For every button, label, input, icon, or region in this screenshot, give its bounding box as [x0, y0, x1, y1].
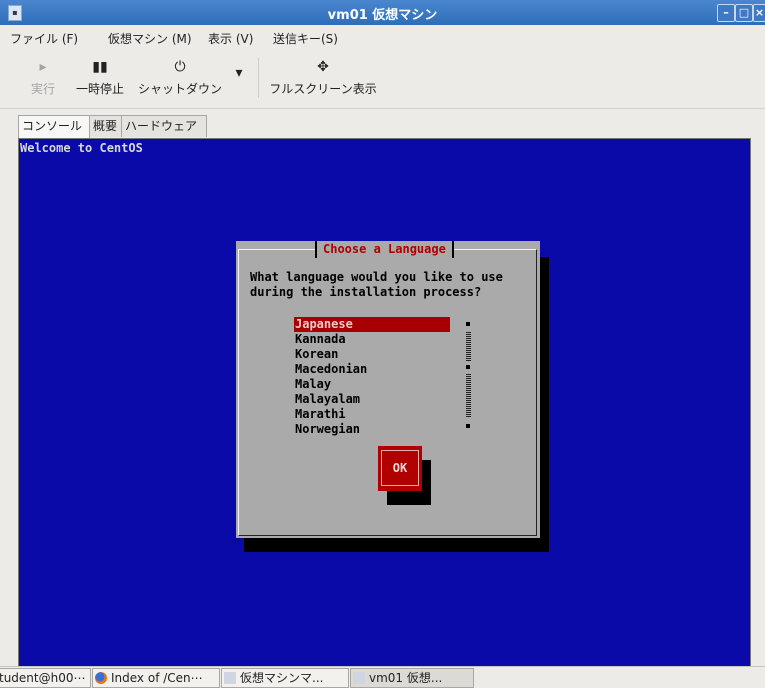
language-option[interactable]: Malay: [294, 377, 450, 392]
taskbar-item-terminal[interactable]: tudent@h00⋯: [0, 668, 91, 688]
dialog-title: Choose a Language: [315, 241, 454, 258]
taskbar-item-vm01[interactable]: vm01 仮想...: [350, 668, 474, 688]
window-titlebar[interactable]: ▪ vm01 仮想マシン – □ ×: [0, 0, 765, 25]
language-dialog: Choose a Language What language would yo…: [236, 241, 540, 538]
scroll-up-icon[interactable]: [466, 322, 470, 326]
maximize-icon[interactable]: □: [735, 4, 753, 22]
power-icon: ⏻: [174, 59, 186, 75]
tab-console[interactable]: コンソール: [18, 115, 90, 139]
pause-label: 一時停止: [75, 82, 124, 96]
toolbar-separator: [258, 58, 259, 98]
taskbar: tudent@h00⋯ Index of /Cen⋯ 仮想マシンマ... vm0…: [0, 666, 765, 688]
taskbar-item-vm-manager[interactable]: 仮想マシンマ...: [221, 668, 349, 688]
taskbar-item-label: vm01 仮想...: [369, 671, 443, 685]
shutdown-dropdown-button[interactable]: ▾: [232, 62, 246, 86]
play-icon: ▸: [39, 59, 47, 75]
run-button[interactable]: ▸ 実行: [28, 56, 58, 97]
language-option[interactable]: Kannada: [294, 332, 450, 347]
taskbar-item-label: Index of /Cen⋯: [111, 671, 203, 685]
language-option-selected[interactable]: Japanese: [294, 317, 450, 332]
scroll-down-icon[interactable]: [466, 424, 470, 428]
shutdown-label: シャットダウン: [138, 82, 223, 96]
run-label: 実行: [30, 82, 55, 96]
language-option[interactable]: Marathi: [294, 407, 450, 422]
fullscreen-button[interactable]: ✥ フルスクリーン表示: [268, 56, 378, 97]
language-option[interactable]: Malayalam: [294, 392, 450, 407]
ok-button[interactable]: OK: [378, 446, 422, 491]
shutdown-button[interactable]: ⏻ シャットダウン: [138, 56, 222, 97]
scrollbar-track[interactable]: [466, 331, 471, 361]
language-option[interactable]: Norwegian: [294, 422, 450, 437]
ok-label: OK: [381, 450, 419, 486]
minimize-icon[interactable]: –: [717, 4, 735, 22]
tab-overview[interactable]: 概要: [89, 115, 122, 137]
menu-bar: ファイル (F) 仮想マシン (M) 表示 (V) 送信キー(S): [0, 25, 765, 49]
pause-button[interactable]: ▮▮ 一時停止: [68, 56, 132, 97]
menu-view[interactable]: 表示 (V): [208, 30, 253, 47]
pause-icon: ▮▮: [92, 59, 108, 75]
console-welcome-text: Welcome to CentOS: [20, 141, 143, 155]
tab-hardware[interactable]: ハードウェア: [121, 115, 207, 137]
dialog-prompt: What language would you like to use duri…: [250, 270, 503, 299]
scrollbar-thumb[interactable]: [466, 365, 470, 369]
taskbar-item-label: 仮想マシンマ...: [240, 671, 324, 685]
close-icon[interactable]: ×: [753, 4, 765, 22]
dropdown-arrow-icon: ▾: [235, 65, 243, 81]
scrollbar-track[interactable]: [466, 373, 471, 417]
language-list-scrollbar[interactable]: [466, 319, 471, 431]
fullscreen-label: フルスクリーン表示: [269, 82, 377, 96]
menu-file[interactable]: ファイル (F): [10, 30, 78, 47]
language-option[interactable]: Korean: [294, 347, 450, 362]
vm-window-icon: [353, 672, 365, 684]
vm-console[interactable]: Welcome to CentOS Choose a Language What…: [18, 138, 751, 667]
toolbar: ▸ 実行 ▮▮ 一時停止 ⏻ シャットダウン ▾ ✥ フルスクリーン表示: [0, 50, 765, 109]
taskbar-item-browser[interactable]: Index of /Cen⋯: [92, 668, 220, 688]
firefox-icon: [95, 672, 107, 684]
menu-send-key[interactable]: 送信キー(S): [273, 30, 338, 47]
fullscreen-icon: ✥: [317, 59, 329, 75]
language-list[interactable]: Japanese Kannada Korean Macedonian Malay…: [294, 317, 450, 437]
menu-virtual-machine[interactable]: 仮想マシン (M): [108, 30, 192, 47]
vm-manager-icon: [224, 672, 236, 684]
language-option[interactable]: Macedonian: [294, 362, 450, 377]
window-title: vm01 仮想マシン: [327, 8, 438, 23]
